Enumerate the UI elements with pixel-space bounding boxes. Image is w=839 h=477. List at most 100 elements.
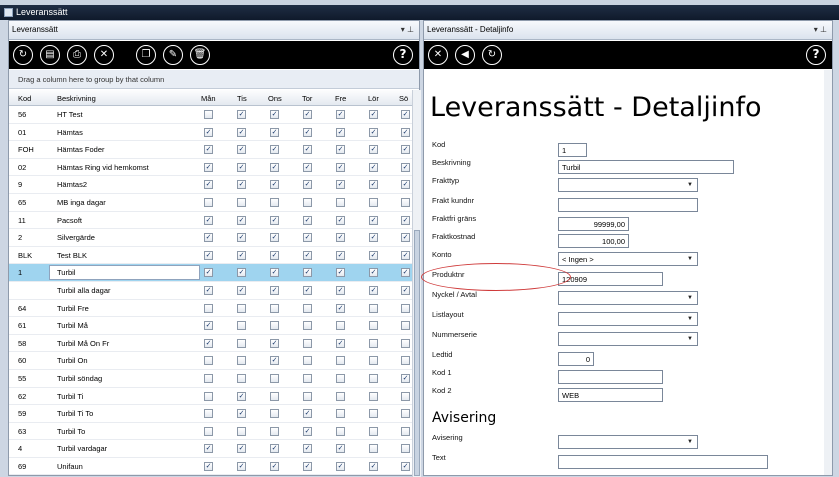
avisering-dropdown[interactable] <box>558 435 698 449</box>
day-checkbox[interactable] <box>204 197 213 207</box>
day-checkbox[interactable]: ✓ <box>336 338 345 348</box>
day-checkbox[interactable] <box>369 356 378 366</box>
day-checkbox[interactable]: ✓ <box>270 145 279 155</box>
day-checkbox[interactable]: ✓ <box>336 233 345 243</box>
day-checkbox[interactable] <box>401 197 410 207</box>
day-checkbox[interactable]: ✓ <box>270 461 279 471</box>
text-field[interactable] <box>558 455 768 469</box>
help-icon[interactable]: ? <box>393 45 413 65</box>
day-checkbox[interactable]: ✓ <box>237 444 246 454</box>
day-checkbox[interactable]: ✓ <box>204 180 213 190</box>
day-checkbox[interactable] <box>369 197 378 207</box>
day-checkbox[interactable]: ✓ <box>270 268 279 278</box>
day-checkbox[interactable] <box>204 409 213 419</box>
day-checkbox[interactable] <box>303 391 312 401</box>
day-checkbox[interactable] <box>237 356 246 366</box>
column-header-tis[interactable]: Tis <box>237 94 247 103</box>
grid-vertical-scrollbar[interactable] <box>412 90 421 477</box>
day-checkbox[interactable] <box>270 303 279 313</box>
day-checkbox[interactable] <box>204 110 213 119</box>
day-checkbox[interactable] <box>270 373 279 383</box>
table-row[interactable]: 62 Turbil Ti ✓ <box>9 388 412 406</box>
day-checkbox[interactable]: ✓ <box>270 162 279 172</box>
column-header-fre[interactable]: Fre <box>335 94 346 103</box>
day-checkbox[interactable] <box>336 426 345 436</box>
day-checkbox[interactable]: ✓ <box>237 409 246 419</box>
day-checkbox[interactable] <box>237 338 246 348</box>
table-row[interactable]: 64 Turbil Fre ✓ <box>9 300 412 318</box>
day-checkbox[interactable]: ✓ <box>336 461 345 471</box>
day-checkbox[interactable]: ✓ <box>303 162 312 172</box>
day-checkbox[interactable]: ✓ <box>303 409 312 419</box>
day-checkbox[interactable]: ✓ <box>401 110 410 119</box>
fraktkostnad-field[interactable]: 100,00 <box>558 234 629 248</box>
table-row[interactable]: 9 Hämtas2 ✓ ✓ ✓ ✓ ✓ ✓ ✓ <box>9 176 412 194</box>
beskrivning-field[interactable]: Turbil <box>558 160 734 174</box>
day-checkbox[interactable] <box>204 426 213 436</box>
day-checkbox[interactable] <box>303 373 312 383</box>
day-checkbox[interactable]: ✓ <box>303 110 312 119</box>
table-row[interactable]: 4 Turbil vardagar ✓ ✓ ✓ ✓ ✓ <box>9 440 412 458</box>
day-checkbox[interactable] <box>336 356 345 366</box>
day-checkbox[interactable]: ✓ <box>401 233 410 243</box>
export-excel-icon[interactable]: ✕ <box>94 45 114 65</box>
table-row[interactable]: 55 Turbil söndag ✓ <box>9 370 412 388</box>
ledtid-field[interactable]: 0 <box>558 352 594 366</box>
table-row[interactable]: 60 Turbil On ✓ <box>9 352 412 370</box>
day-checkbox[interactable]: ✓ <box>369 268 378 278</box>
day-checkbox[interactable]: ✓ <box>303 233 312 243</box>
day-checkbox[interactable] <box>204 356 213 366</box>
table-row[interactable]: 56 HT Test ✓ ✓ ✓ ✓ ✓ ✓ <box>9 106 412 124</box>
table-row[interactable]: 01 Hämtas ✓ ✓ ✓ ✓ ✓ ✓ ✓ <box>9 124 412 142</box>
day-checkbox[interactable] <box>270 197 279 207</box>
day-checkbox[interactable] <box>401 356 410 366</box>
day-checkbox[interactable] <box>336 197 345 207</box>
day-checkbox[interactable]: ✓ <box>336 110 345 119</box>
kod-2-field[interactable]: WEB <box>558 388 663 402</box>
print-icon[interactable]: ⎙ <box>67 45 87 65</box>
day-checkbox[interactable] <box>401 426 410 436</box>
day-checkbox[interactable]: ✓ <box>237 461 246 471</box>
column-header-ons[interactable]: Ons <box>268 94 282 103</box>
frakttyp-dropdown[interactable] <box>558 178 698 192</box>
day-checkbox[interactable] <box>401 303 410 313</box>
day-checkbox[interactable]: ✓ <box>204 215 213 225</box>
table-row[interactable]: 1 Turbil ✓ ✓ ✓ ✓ ✓ ✓ ✓ <box>9 264 412 282</box>
day-checkbox[interactable]: ✓ <box>204 233 213 243</box>
day-checkbox[interactable]: ✓ <box>270 110 279 119</box>
day-checkbox[interactable]: ✓ <box>204 250 213 260</box>
day-checkbox[interactable] <box>303 197 312 207</box>
day-checkbox[interactable]: ✓ <box>336 145 345 155</box>
column-header-kod[interactable]: Kod <box>18 94 31 103</box>
day-checkbox[interactable] <box>204 391 213 401</box>
day-checkbox[interactable]: ✓ <box>303 145 312 155</box>
day-checkbox[interactable]: ✓ <box>369 127 378 137</box>
day-checkbox[interactable]: ✓ <box>204 162 213 172</box>
day-checkbox[interactable]: ✓ <box>369 180 378 190</box>
table-row[interactable]: 61 Turbil Må ✓ <box>9 317 412 335</box>
day-checkbox[interactable]: ✓ <box>369 215 378 225</box>
day-checkbox[interactable] <box>270 426 279 436</box>
day-checkbox[interactable]: ✓ <box>237 285 246 295</box>
day-checkbox[interactable] <box>270 391 279 401</box>
day-checkbox[interactable]: ✓ <box>369 162 378 172</box>
table-row[interactable]: 59 Turbil Ti To ✓ ✓ <box>9 405 412 423</box>
day-checkbox[interactable]: ✓ <box>303 426 312 436</box>
day-checkbox[interactable]: ✓ <box>401 373 410 383</box>
table-row[interactable]: BLK Test BLK ✓ ✓ ✓ ✓ ✓ ✓ ✓ <box>9 247 412 265</box>
day-checkbox[interactable]: ✓ <box>204 145 213 155</box>
table-row[interactable]: 63 Turbil To ✓ <box>9 423 412 441</box>
table-row[interactable]: FOH Hämtas Foder ✓ ✓ ✓ ✓ ✓ ✓ ✓ <box>9 141 412 159</box>
day-checkbox[interactable] <box>369 444 378 454</box>
kod-field[interactable]: 1 <box>558 143 587 157</box>
day-checkbox[interactable]: ✓ <box>204 444 213 454</box>
day-checkbox[interactable] <box>270 409 279 419</box>
new-record-icon[interactable]: ▤ <box>40 45 60 65</box>
day-checkbox[interactable]: ✓ <box>369 145 378 155</box>
table-row[interactable]: Turbil alla dagar ✓ ✓ ✓ ✓ ✓ ✓ ✓ <box>9 282 412 300</box>
table-row[interactable]: 65 MB inga dagar <box>9 194 412 212</box>
day-checkbox[interactable]: ✓ <box>237 250 246 260</box>
day-checkbox[interactable]: ✓ <box>237 268 246 278</box>
day-checkbox[interactable]: ✓ <box>369 250 378 260</box>
day-checkbox[interactable] <box>369 338 378 348</box>
